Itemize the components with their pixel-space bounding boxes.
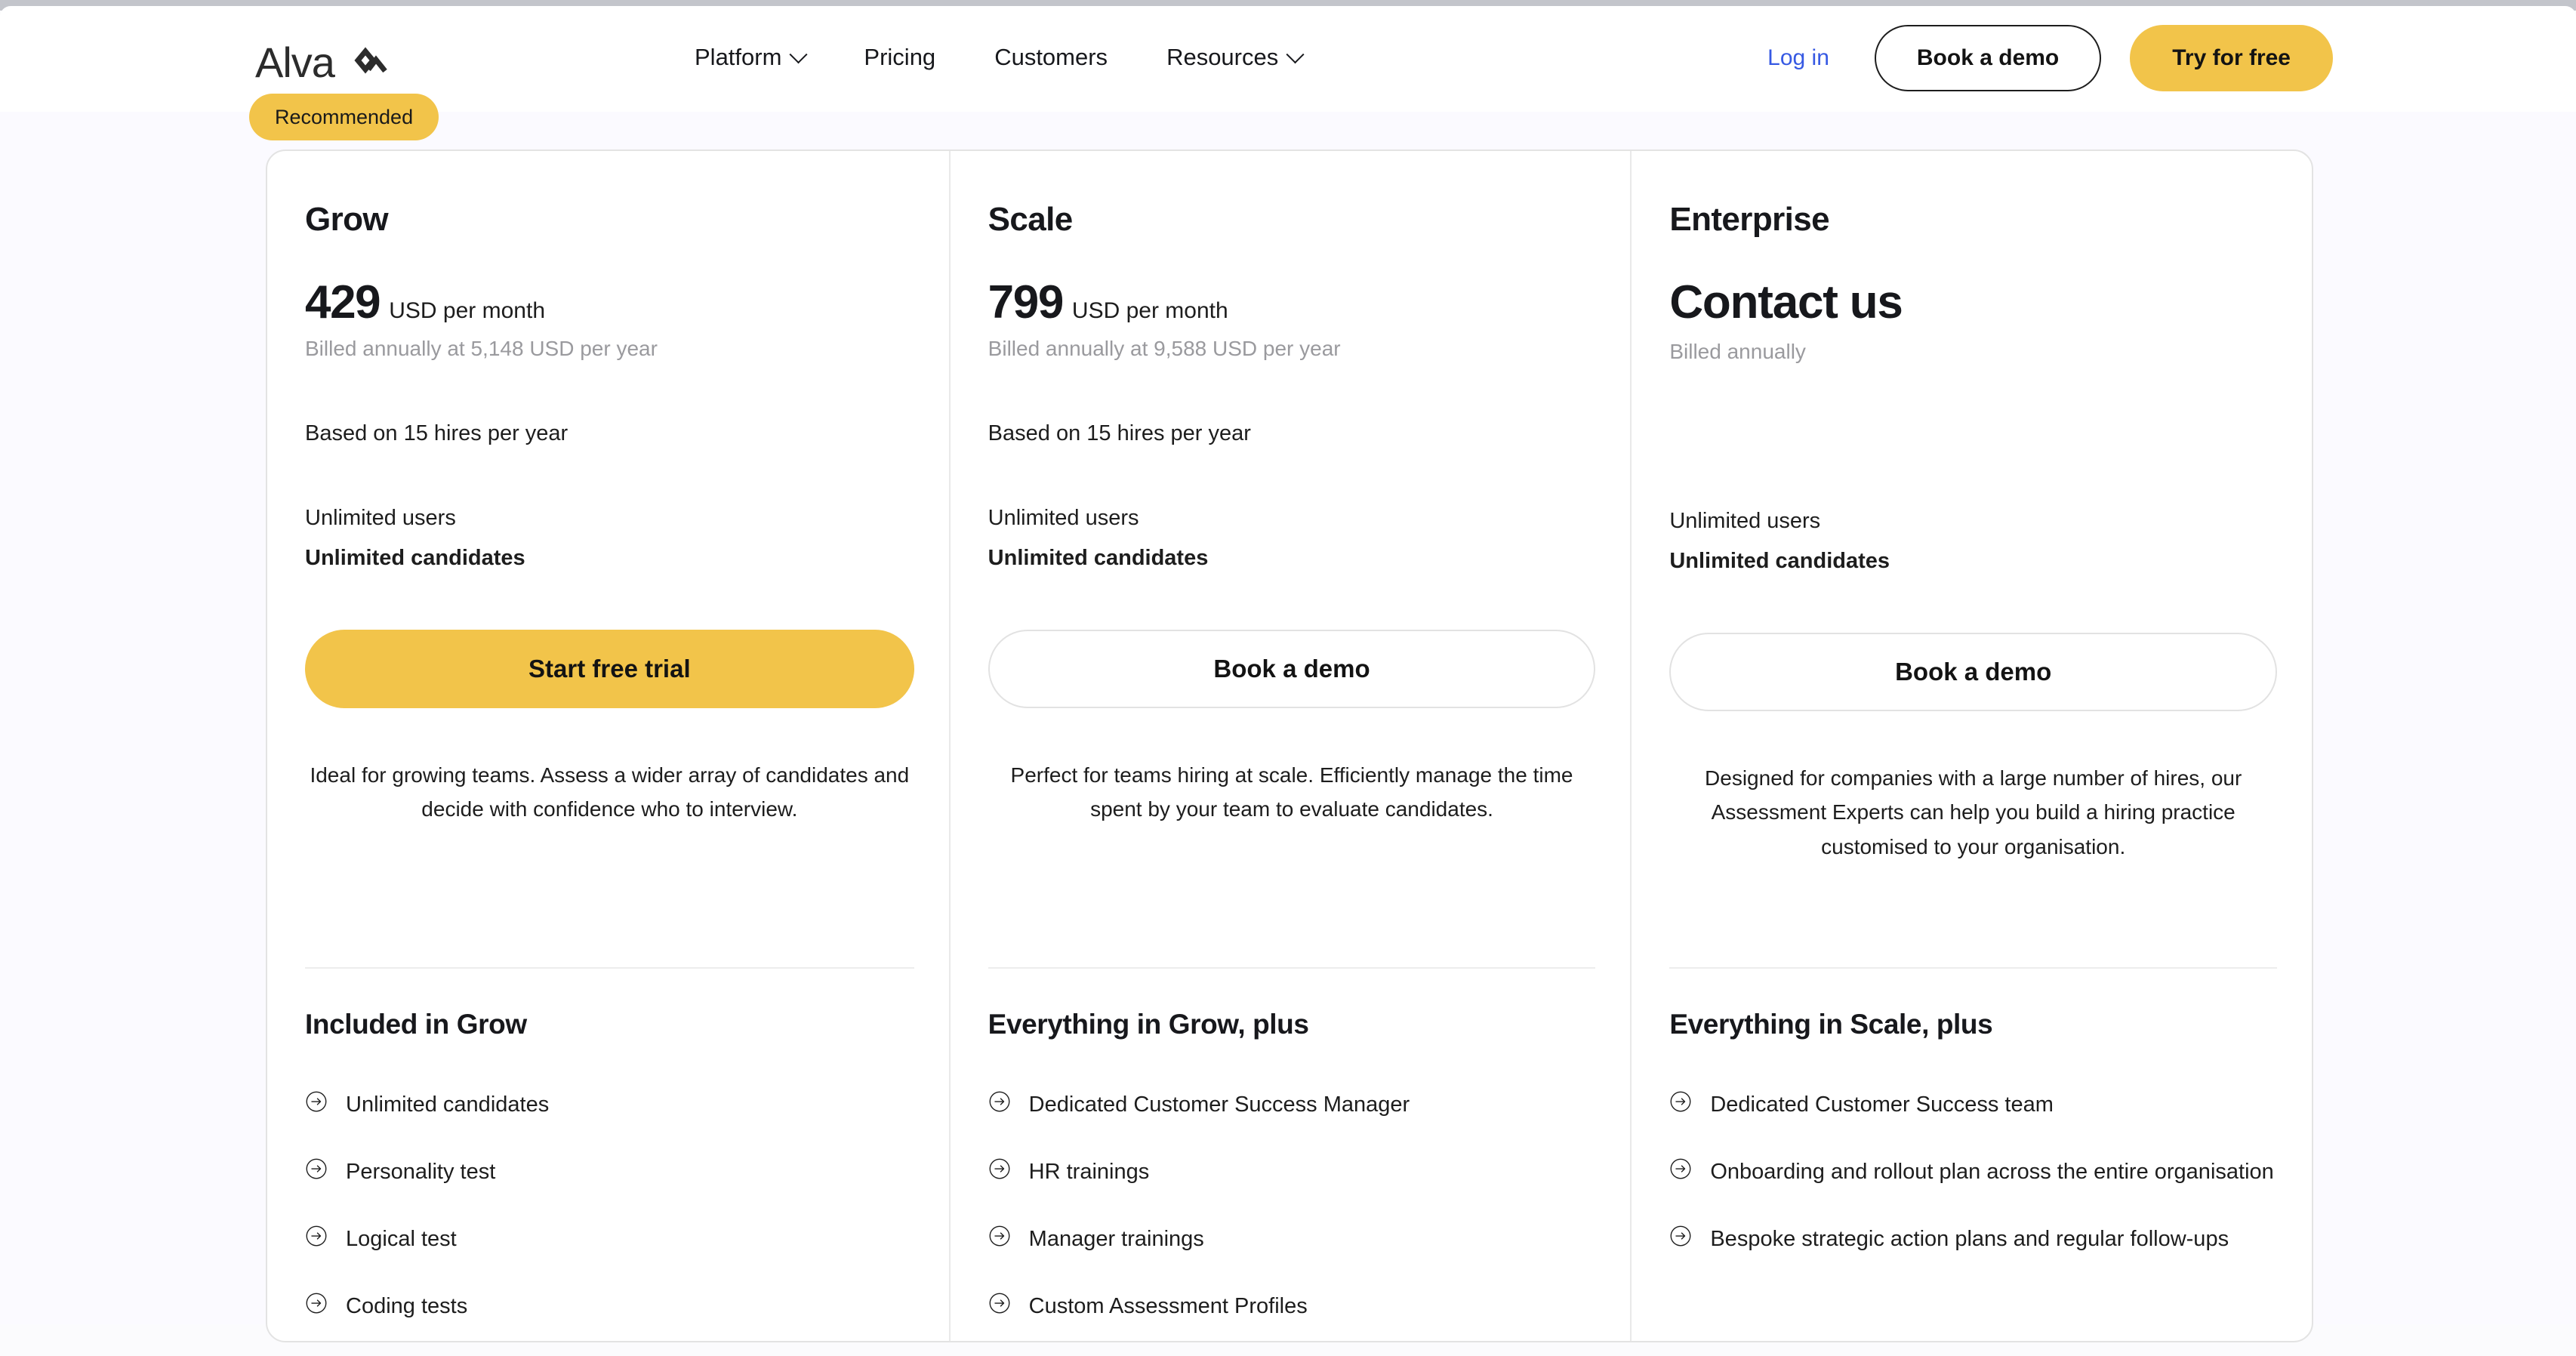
main-navigation: Platform Pricing Customers Resources [695, 44, 1305, 71]
header-try-for-free-button[interactable]: Try for free [2130, 25, 2333, 91]
plan-price-enterprise: Contact us [1669, 276, 1903, 328]
cta-zone-scale: Book a demo [951, 630, 1631, 708]
plan-description-scale: Perfect for teams hiring at scale. Effic… [1010, 763, 1573, 821]
feature-label: Manager trainings [1028, 1226, 1204, 1251]
feature-label: Logical test [346, 1226, 457, 1251]
nav-item-pricing-label: Pricing [864, 44, 936, 70]
features-title-enterprise: Everything in Scale, plus [1669, 1009, 1993, 1040]
plan-divider-scale [988, 967, 1596, 969]
feature-item: Personality test [305, 1154, 914, 1190]
pricing-section: Recommended Grow 429 USD per month Bille… [0, 94, 2576, 1342]
billed-note-scale: Billed annually at 9,588 USD per year [988, 337, 1341, 360]
features-zone-enterprise: Everything in Scale, plus Dedicated Cust… [1632, 1009, 2312, 1289]
chevron-down-icon [1286, 45, 1305, 63]
hires-note-scale: Based on 15 hires per year [988, 421, 1251, 445]
feature-label: Personality test [346, 1159, 496, 1184]
feature-label: Dedicated Customer Success team [1710, 1093, 2054, 1117]
start-free-trial-button[interactable]: Start free trial [305, 630, 914, 708]
plans-container: Grow 429 USD per month Billed annually a… [266, 149, 2313, 1342]
feature-label: Dedicated Customer Success Manager [1028, 1093, 1410, 1117]
header-actions: Log in Book a demo Try for free [1767, 25, 2333, 91]
login-link[interactable]: Log in [1767, 45, 1829, 71]
plan-description-grow: Ideal for growing teams. Assess a wider … [310, 763, 910, 821]
spec-candidates-grow: Unlimited candidates [305, 546, 525, 570]
nav-item-resources[interactable]: Resources [1166, 44, 1305, 71]
plan-divider-grow [305, 967, 914, 969]
feature-label: Onboarding and rollout plan across the e… [1710, 1159, 2274, 1184]
nav-item-resources-label: Resources [1166, 44, 1279, 70]
plan-column-scale: Scale 799 USD per month Billed annually … [948, 151, 1631, 1341]
nav-item-customers-label: Customers [994, 44, 1108, 70]
nav-item-pricing[interactable]: Pricing [864, 44, 935, 71]
circle-arrow-right-icon [988, 1225, 1011, 1251]
plan-description-enterprise: Designed for companies with a large numb… [1705, 766, 2242, 858]
header-book-demo-button[interactable]: Book a demo [1874, 25, 2102, 91]
spec-users-grow: Unlimited users [305, 506, 456, 530]
circle-arrow-right-icon [988, 1090, 1011, 1117]
circle-arrow-right-icon [988, 1292, 1011, 1318]
circle-arrow-right-icon [1669, 1090, 1692, 1117]
circle-arrow-right-icon [305, 1292, 328, 1318]
features-zone-grow: Included in Grow Unlimited candidates Pe… [267, 1009, 949, 1356]
feature-item: Dedicated Customer Success team [1669, 1087, 2277, 1123]
nav-item-platform[interactable]: Platform [695, 44, 808, 71]
features-zone-scale: Everything in Grow, plus Dedicated Custo… [951, 1009, 1631, 1356]
hires-note-enterprise [1669, 424, 2277, 451]
feature-item: HR trainings [988, 1154, 1596, 1190]
price-amount: 799 [988, 276, 1065, 328]
feature-item: Bespoke strategic action plans and regul… [1669, 1222, 2277, 1257]
recommended-badge: Recommended [249, 94, 439, 140]
plan-price-scale: 799 USD per month [988, 279, 1596, 326]
feature-label: Unlimited candidates [346, 1093, 550, 1117]
cta-zone-enterprise: Book a demo [1632, 633, 2312, 711]
feature-label: Custom Assessment Profiles [1028, 1293, 1308, 1318]
hires-note-grow: Based on 15 hires per year [305, 421, 569, 445]
feature-item: Custom Assessment Profiles [988, 1289, 1596, 1324]
feature-item: Dedicated Customer Success Manager [988, 1087, 1596, 1123]
alva-diamond-logo-icon [345, 39, 389, 85]
features-title-grow: Included in Grow [305, 1009, 527, 1040]
brand-logo[interactable]: Alva [255, 39, 389, 85]
plan-name-enterprise: Enterprise [1669, 201, 1829, 238]
feature-item: Coding tests [305, 1289, 914, 1324]
spec-candidates-enterprise: Unlimited candidates [1669, 549, 1890, 573]
price-amount: 429 [305, 276, 381, 328]
circle-arrow-right-icon [1669, 1225, 1692, 1251]
price-unit: USD per month [389, 298, 545, 323]
book-demo-button-enterprise[interactable]: Book a demo [1669, 633, 2278, 711]
cta-zone-grow: Start free trial [267, 630, 949, 708]
book-demo-button-scale[interactable]: Book a demo [988, 630, 1596, 708]
plan-divider-enterprise [1669, 967, 2278, 969]
plan-column-enterprise: Enterprise Contact us Billed annually Un… [1630, 151, 2312, 1341]
plan-name-scale: Scale [988, 201, 1074, 238]
plan-name-grow: Grow [305, 201, 389, 238]
billed-note-enterprise: Billed annually [1669, 340, 1806, 363]
feature-label: Coding tests [346, 1293, 468, 1318]
feature-label: Bespoke strategic action plans and regul… [1710, 1226, 2229, 1251]
billed-note-grow: Billed annually at 5,148 USD per year [305, 337, 658, 360]
feature-item: Onboarding and rollout plan across the e… [1669, 1154, 2277, 1190]
spec-users-enterprise: Unlimited users [1669, 509, 1821, 533]
circle-arrow-right-icon [305, 1157, 328, 1184]
nav-item-platform-label: Platform [695, 44, 782, 70]
nav-item-customers[interactable]: Customers [994, 44, 1108, 71]
circle-arrow-right-icon [305, 1225, 328, 1251]
logo-wordmark: Alva [255, 38, 335, 86]
feature-item: Unlimited candidates [305, 1087, 914, 1123]
feature-item: Manager trainings [988, 1222, 1596, 1257]
spec-users-scale: Unlimited users [988, 506, 1139, 530]
circle-arrow-right-icon [305, 1090, 328, 1117]
chevron-down-icon [789, 45, 808, 63]
features-title-scale: Everything in Grow, plus [988, 1009, 1309, 1040]
feature-item: Logical test [305, 1222, 914, 1257]
plan-column-grow: Grow 429 USD per month Billed annually a… [267, 151, 949, 1341]
feature-label: HR trainings [1028, 1159, 1150, 1184]
price-unit: USD per month [1071, 298, 1228, 323]
circle-arrow-right-icon [988, 1157, 1011, 1184]
plan-price-grow: 429 USD per month [305, 279, 914, 326]
circle-arrow-right-icon [1669, 1157, 1692, 1184]
spec-candidates-scale: Unlimited candidates [988, 546, 1209, 570]
